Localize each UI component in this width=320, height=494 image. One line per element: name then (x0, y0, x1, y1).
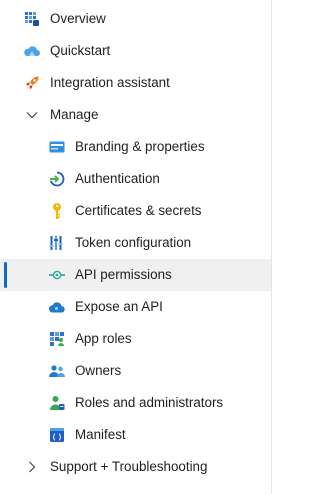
nav-item-token-configuration-label: Token configuration (75, 235, 192, 250)
nav-item-expose-api[interactable]: Expose an API (0, 291, 271, 323)
nav-item-app-roles-label: App roles (75, 331, 132, 346)
roles-admin-person-icon (48, 394, 66, 412)
overview-grid-icon (23, 10, 41, 28)
nav-group-support[interactable]: Support + Troubleshooting (0, 451, 271, 483)
nav-item-authentication[interactable]: Authentication (0, 163, 271, 195)
nav-item-certificates[interactable]: Certificates & secrets (0, 195, 271, 227)
nav-overview-label: Overview (50, 11, 106, 26)
cloud-icon (48, 298, 66, 316)
branding-card-icon (48, 138, 66, 156)
nav-item-api-permissions[interactable]: API permissions (0, 259, 271, 291)
nav-item-token-configuration[interactable]: Token configuration (0, 227, 271, 259)
nav-quickstart[interactable]: Quickstart (0, 35, 271, 67)
nav-item-owners-label: Owners (75, 363, 122, 378)
nav-item-expose-api-label: Expose an API (75, 299, 163, 314)
rocket-icon (23, 74, 41, 92)
nav-item-branding[interactable]: Branding & properties (0, 131, 271, 163)
nav-item-manifest-label: Manifest (75, 427, 126, 442)
nav-item-manifest[interactable]: Manifest (0, 419, 271, 451)
chevron-right-icon (23, 458, 41, 476)
token-bars-icon (48, 234, 66, 252)
nav-group-manage-label: Manage (50, 107, 99, 122)
authentication-arrow-icon (48, 170, 66, 188)
nav-item-api-permissions-label: API permissions (75, 267, 172, 282)
owners-people-icon (48, 362, 66, 380)
nav-integration-assistant-label: Integration assistant (50, 75, 170, 90)
nav-item-roles-administrators[interactable]: Roles and administrators (0, 387, 271, 419)
nav-overview[interactable]: Overview (0, 3, 271, 35)
nav-quickstart-label: Quickstart (50, 43, 111, 58)
chevron-down-icon (23, 106, 41, 124)
nav-item-app-roles[interactable]: App roles (0, 323, 271, 355)
nav-integration-assistant[interactable]: Integration assistant (0, 67, 271, 99)
nav-item-owners[interactable]: Owners (0, 355, 271, 387)
nav-item-authentication-label: Authentication (75, 171, 160, 186)
app-roles-grid-icon (48, 330, 66, 348)
key-icon (48, 202, 66, 220)
nav-group-manage[interactable]: Manage (0, 99, 271, 131)
app-registration-nav: Overview Quickstart Integration assistan… (0, 0, 272, 494)
nav-group-support-label: Support + Troubleshooting (50, 459, 208, 474)
api-permissions-icon (48, 266, 66, 284)
nav-item-branding-label: Branding & properties (75, 139, 205, 154)
quickstart-cloud-icon (23, 42, 41, 60)
nav-item-roles-administrators-label: Roles and administrators (75, 395, 224, 410)
manifest-icon (48, 426, 66, 444)
nav-item-certificates-label: Certificates & secrets (75, 203, 202, 218)
